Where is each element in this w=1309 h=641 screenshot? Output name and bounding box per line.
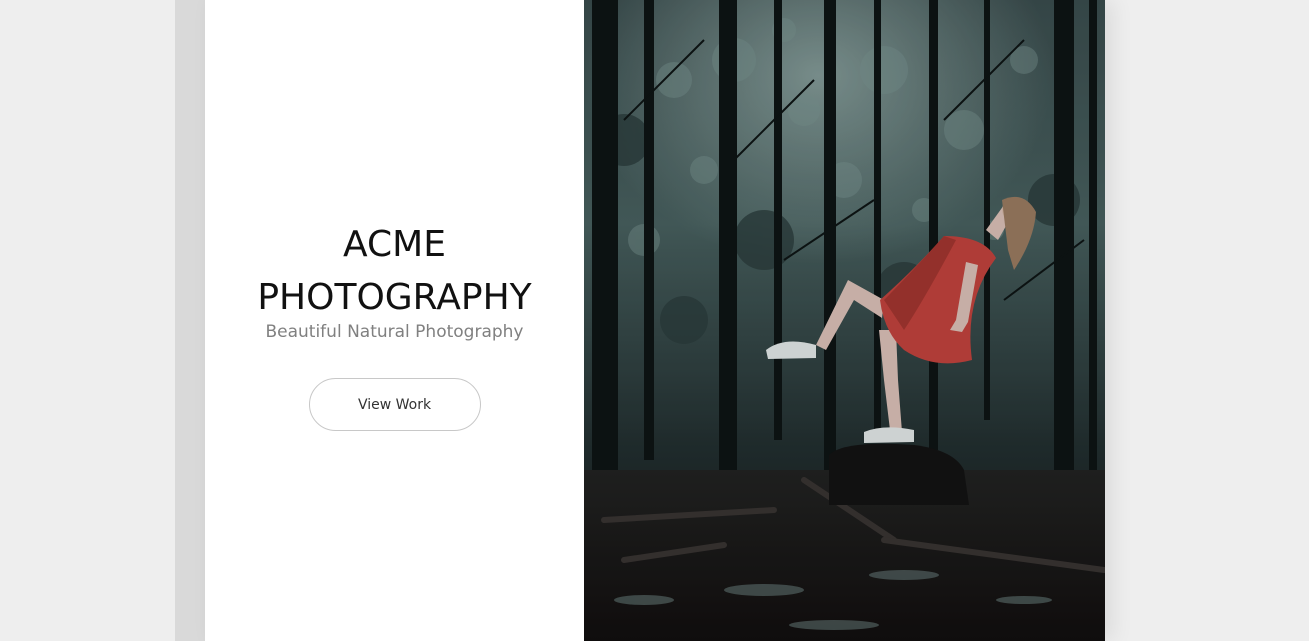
hero-section: ACME PHOTOGRAPHY Beautiful Natural Photo… [205, 0, 1105, 641]
hero-text-panel: ACME PHOTOGRAPHY Beautiful Natural Photo… [205, 0, 584, 641]
page-gutter [175, 0, 205, 641]
hero-subtitle: Beautiful Natural Photography [265, 322, 524, 342]
forest-photo-illustration [584, 0, 1105, 641]
hero-title-line-2: PHOTOGRAPHY [257, 277, 532, 318]
hero-title-line-1: ACME [343, 224, 446, 265]
page: ACME PHOTOGRAPHY Beautiful Natural Photo… [0, 0, 1309, 641]
hero-photo [584, 0, 1105, 641]
hero-title: ACME PHOTOGRAPHY [235, 218, 555, 324]
view-work-button[interactable]: View Work [308, 378, 481, 431]
